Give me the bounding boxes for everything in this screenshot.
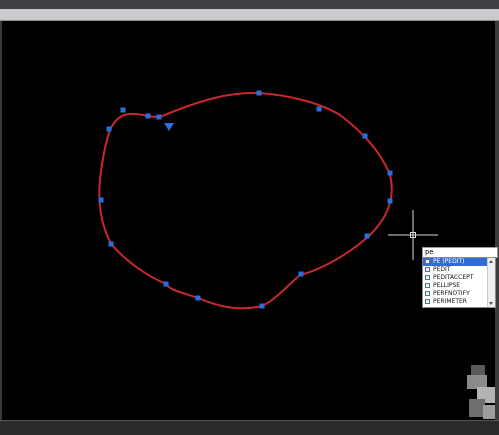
grip[interactable]: [145, 113, 151, 119]
autocomplete-item-label: PE (PEDIT): [433, 258, 465, 265]
grip[interactable]: [298, 271, 304, 277]
scroll-up-arrow-icon[interactable]: [489, 260, 493, 263]
autocomplete-item[interactable]: PEDITACCEPT: [423, 274, 495, 282]
grip[interactable]: [362, 133, 368, 139]
cad-application: pe PE (PEDIT) PEDIT PEDITACCEPT PELLIPSE…: [0, 0, 499, 435]
system-variable-icon: [425, 283, 430, 288]
spline-curve[interactable]: [98, 91, 393, 310]
grip[interactable]: [316, 106, 322, 112]
grip[interactable]: [106, 126, 112, 132]
command-alias-icon: [425, 259, 430, 264]
grip[interactable]: [195, 295, 201, 301]
autocomplete-list[interactable]: PE (PEDIT) PEDIT PEDITACCEPT PELLIPSE PE…: [422, 257, 496, 308]
autocomplete-item[interactable]: PERFNOTIFY: [423, 290, 495, 298]
grip[interactable]: [108, 241, 114, 247]
autocomplete-item[interactable]: PERIMETER: [423, 298, 495, 306]
system-variable-icon: [425, 299, 430, 304]
scroll-down-arrow-icon[interactable]: [489, 302, 493, 305]
grip[interactable]: [387, 198, 393, 204]
grip[interactable]: [259, 303, 265, 309]
autocomplete-item[interactable]: PEDIT: [423, 266, 495, 274]
autocomplete-item-label: PEDITACCEPT: [433, 274, 474, 281]
autocomplete-item-label: PERFNOTIFY: [433, 290, 470, 297]
autocomplete-item-label: PERIMETER: [433, 298, 467, 305]
grip[interactable]: [98, 197, 104, 203]
autocomplete-scrollbar[interactable]: [487, 258, 495, 307]
grip[interactable]: [387, 170, 393, 176]
grip-set: [98, 90, 393, 309]
system-variable-icon: [425, 291, 430, 296]
autocomplete-item-label: PELLIPSE: [433, 282, 461, 289]
status-bar: [0, 420, 499, 435]
triangle-grip-icon[interactable]: [164, 123, 174, 131]
grip[interactable]: [163, 281, 169, 287]
autocomplete-item[interactable]: PELLIPSE: [423, 282, 495, 290]
grip[interactable]: [156, 114, 162, 120]
viewcube-icon[interactable]: [467, 365, 495, 419]
drawing-canvas[interactable]: [0, 0, 499, 435]
grip[interactable]: [120, 107, 126, 113]
grip[interactable]: [364, 233, 370, 239]
grip[interactable]: [256, 90, 262, 96]
command-icon: [425, 267, 430, 272]
autocomplete-item[interactable]: PE (PEDIT): [423, 258, 495, 266]
autocomplete-item-label: PEDIT: [433, 266, 451, 273]
system-variable-icon: [425, 275, 430, 280]
